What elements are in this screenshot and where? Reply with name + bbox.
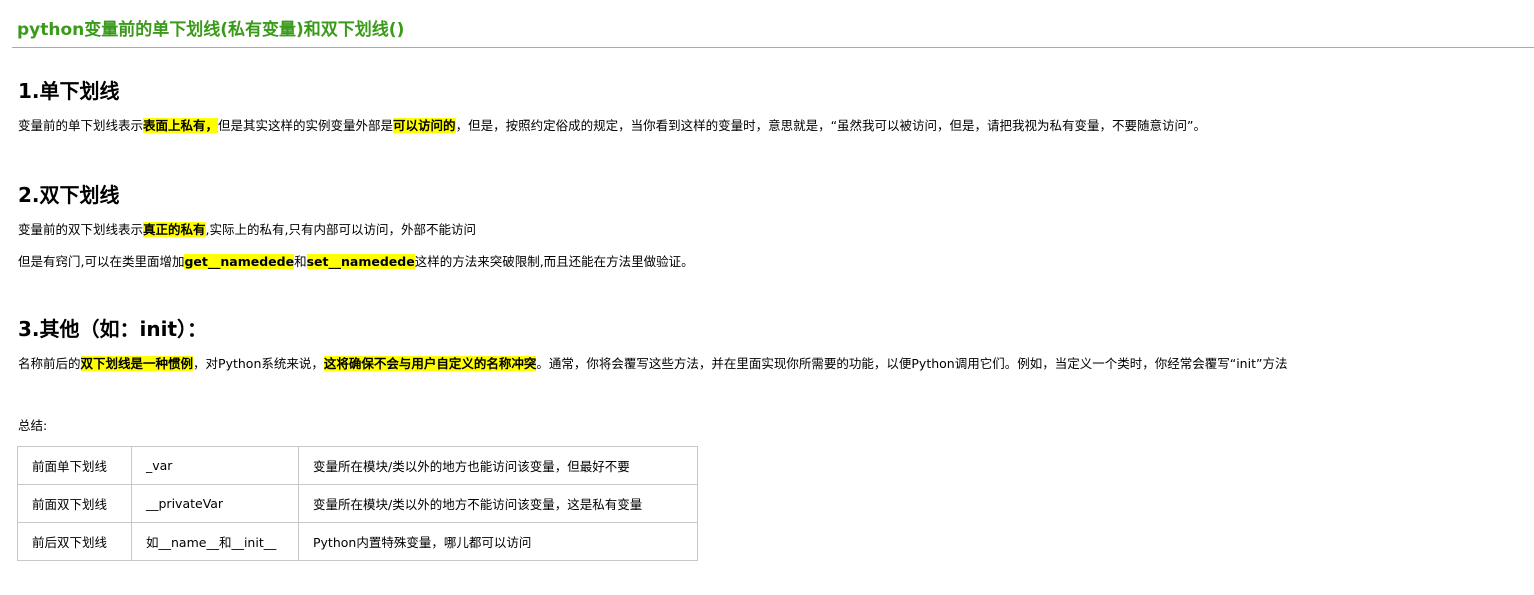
section3-paragraph: 名称前后的双下划线是一种惯例，对Python系统来说，这将确保不会与用户自定义的…: [18, 355, 1287, 373]
text: 但是其实这样的实例变量外部是: [218, 118, 394, 133]
highlight: get__namedede: [184, 254, 295, 269]
text: 变量前的单下划线表示: [18, 118, 144, 133]
table-cell: _var: [131, 446, 299, 485]
title-divider: [12, 47, 1534, 48]
highlight: set__namedede: [306, 254, 415, 269]
highlight: 可以访问的: [393, 118, 456, 133]
text: 这样的方法来突破限制,而且还能在方法里做验证。: [414, 254, 694, 269]
text: 变量前的双下划线表示: [18, 222, 144, 237]
table-cell: __privateVar: [131, 484, 299, 523]
text: 但是有窍门,可以在类里面增加: [18, 254, 185, 269]
table-cell: Python内置特殊变量，哪儿都可以访问: [298, 522, 698, 561]
highlight: 这将确保不会与用户自定义的名称冲突: [323, 356, 537, 371]
table-cell: 前后双下划线: [17, 522, 132, 561]
highlight: 真正的私有: [143, 222, 206, 237]
text: ,实际上的私有,只有内部可以访问，外部不能访问: [205, 222, 476, 237]
section-heading-double-underscore: 2.双下划线: [18, 183, 120, 207]
summary-table: 前面单下划线 _var 变量所在模块/类以外的地方也能访问该变量，但最好不要 前…: [17, 446, 698, 561]
table-row: 前面双下划线 __privateVar 变量所在模块/类以外的地方不能访问该变量…: [17, 484, 698, 523]
table-row: 前面单下划线 _var 变量所在模块/类以外的地方也能访问该变量，但最好不要: [17, 446, 698, 485]
table-row: 前后双下划线 如__name__和__init__ Python内置特殊变量，哪…: [17, 522, 698, 561]
text: ，对Python系统来说，: [193, 356, 324, 371]
table-cell: 如__name__和__init__: [131, 522, 299, 561]
table-cell: 变量所在模块/类以外的地方也能访问该变量，但最好不要: [298, 446, 698, 485]
summary-label: 总结:: [18, 418, 48, 433]
table-cell: 前面单下划线: [17, 446, 132, 485]
article-title[interactable]: python变量前的单下划线(私有变量)和双下划线(): [17, 19, 404, 41]
section2-paragraph-2: 但是有窍门,可以在类里面增加get__namedede和set__nameded…: [18, 253, 694, 271]
table-cell: 变量所在模块/类以外的地方不能访问该变量，这是私有变量: [298, 484, 698, 523]
section-heading-other: 3.其他（如：init）：: [18, 317, 208, 341]
text: 。通常，你将会覆写这些方法，并在里面实现你所需要的功能，以便Python调用它们…: [536, 356, 1288, 371]
table-cell: 前面双下划线: [17, 484, 132, 523]
section1-paragraph: 变量前的单下划线表示表面上私有，但是其实这样的实例变量外部是可以访问的，但是，按…: [18, 117, 1206, 135]
text: 名称前后的: [18, 356, 81, 371]
section2-paragraph-1: 变量前的双下划线表示真正的私有,实际上的私有,只有内部可以访问，外部不能访问: [18, 221, 476, 239]
text: ，但是，按照约定俗成的规定，当你看到这样的变量时，意思就是，“虽然我可以被访问，…: [455, 118, 1207, 133]
highlight: 表面上私有，: [143, 118, 219, 133]
text: 和: [294, 254, 307, 269]
highlight: 双下划线是一种惯例: [80, 356, 194, 371]
section-heading-single-underscore: 1.单下划线: [18, 79, 120, 103]
